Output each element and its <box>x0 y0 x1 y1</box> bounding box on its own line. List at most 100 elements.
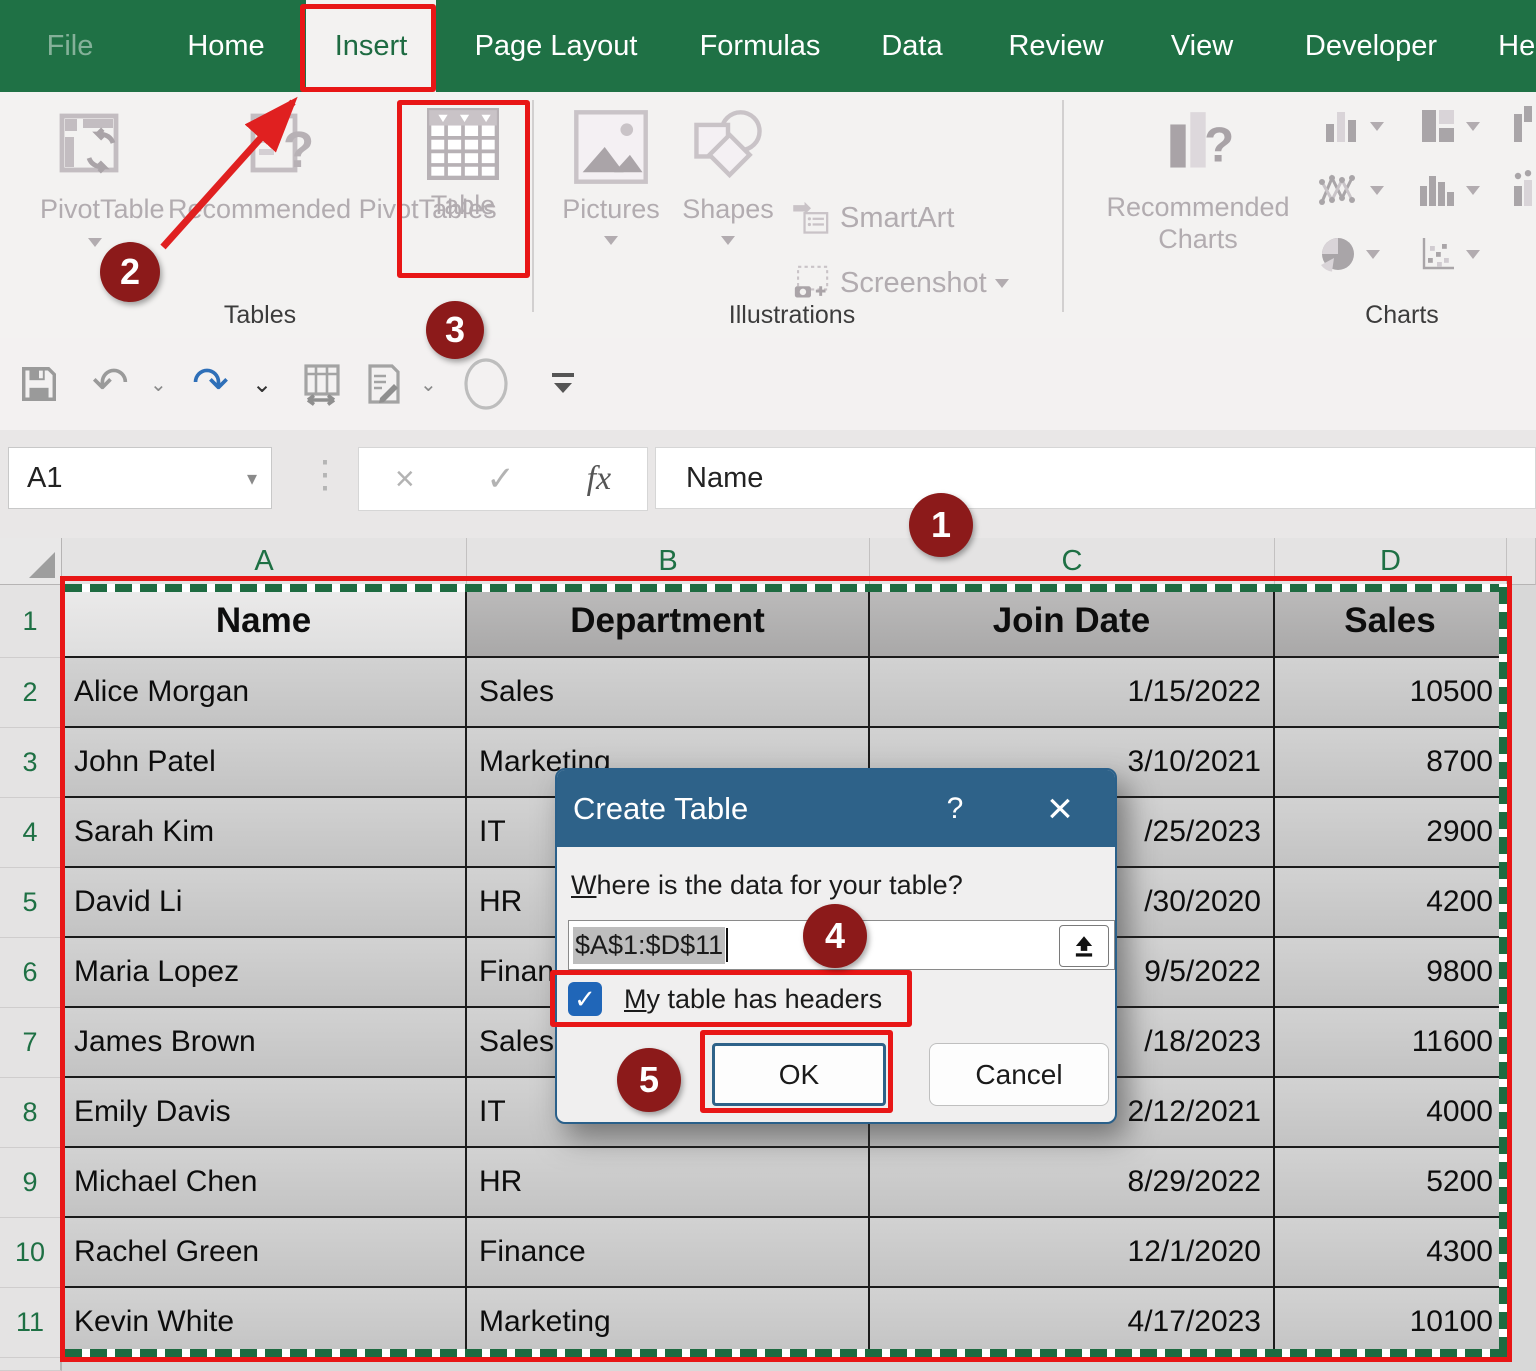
name-box-dropdown-icon[interactable]: ▾ <box>247 466 257 491</box>
redo-dropdown[interactable]: ⌄ <box>252 356 272 412</box>
row-header[interactable]: 4 <box>0 798 62 868</box>
column-header-a[interactable]: A <box>62 538 467 585</box>
my-table-has-headers-checkbox[interactable]: ✓ <box>568 982 602 1016</box>
dialog-prompt: Where is the data for your table? <box>571 870 963 901</box>
row-header[interactable]: 3 <box>0 728 62 798</box>
tab-file[interactable]: File <box>30 0 110 92</box>
row-header[interactable]: 8 <box>0 1078 62 1148</box>
scatter-chart-button[interactable] <box>1418 234 1480 274</box>
cell[interactable]: Alice Morgan <box>62 658 467 728</box>
row-header[interactable]: 10 <box>0 1218 62 1288</box>
enter-entry-icon[interactable]: ✓ <box>486 459 515 499</box>
tab-insert[interactable]: Insert <box>306 0 436 92</box>
cell-c1[interactable]: Join Date <box>870 585 1275 658</box>
collapse-dialog-button[interactable] <box>1059 925 1109 967</box>
row-header[interactable]: 1 <box>0 585 62 658</box>
cell[interactable]: HR <box>467 1148 870 1218</box>
row-header[interactable]: 7 <box>0 1008 62 1078</box>
tab-page-layout[interactable]: Page Layout <box>452 0 660 92</box>
tab-view[interactable]: View <box>1150 0 1254 92</box>
cell[interactable]: 10100 <box>1275 1288 1507 1358</box>
column-chart-button[interactable] <box>1322 106 1384 146</box>
row-header[interactable]: 2 <box>0 658 62 728</box>
cell[interactable]: Finance <box>467 1218 870 1288</box>
customize-qat-button[interactable] <box>548 356 578 412</box>
tab-help[interactable]: Help <box>1488 0 1536 92</box>
cell[interactable]: 4/17/2023 <box>870 1288 1275 1358</box>
form-button[interactable] <box>362 356 406 412</box>
row-header[interactable]: 9 <box>0 1148 62 1218</box>
cell[interactable]: 4300 <box>1275 1218 1507 1288</box>
cell[interactable]: Emily Davis <box>62 1078 467 1148</box>
dialog-help-button[interactable]: ? <box>925 770 985 847</box>
formula-bar[interactable]: Name <box>655 447 1536 509</box>
cell[interactable]: Marketing <box>467 1288 870 1358</box>
cancel-button[interactable]: Cancel <box>929 1043 1109 1106</box>
undo-button[interactable]: ↶ <box>92 356 129 412</box>
hierarchy-chart-button[interactable] <box>1418 106 1480 146</box>
clipped-chart-icon <box>1514 106 1536 146</box>
insert-function-icon[interactable]: fx <box>587 460 612 498</box>
grid-sliver <box>1507 1358 1536 1371</box>
cell[interactable]: Sarah Kim <box>62 798 467 868</box>
smartart-button[interactable]: SmartArt <box>790 200 954 236</box>
row-header[interactable]: 5 <box>0 868 62 938</box>
cell[interactable]: John Patel <box>62 728 467 798</box>
pie-chart-button[interactable] <box>1318 234 1380 274</box>
recommended-charts-button[interactable]: ? Recommended Charts <box>1088 106 1308 256</box>
table-button[interactable]: Table <box>408 104 518 221</box>
cell-b1[interactable]: Department <box>467 585 870 658</box>
tab-data[interactable]: Data <box>862 0 962 92</box>
cell[interactable]: 8/29/2022 <box>870 1148 1275 1218</box>
cancel-entry-icon[interactable]: × <box>395 460 415 499</box>
cell[interactable]: James Brown <box>62 1008 467 1078</box>
cell[interactable]: Rachel Green <box>62 1218 467 1288</box>
cell[interactable]: 8700 <box>1275 728 1507 798</box>
name-box[interactable]: A1 ▾ <box>8 447 272 509</box>
tab-developer[interactable]: Developer <box>1278 0 1464 92</box>
recommended-pivottables-button[interactable]: ? Recommended PivotTables <box>168 110 398 225</box>
row-header[interactable]: 6 <box>0 938 62 1008</box>
tab-review[interactable]: Review <box>986 0 1126 92</box>
cell[interactable]: David Li <box>62 868 467 938</box>
column-header-c[interactable]: C <box>870 538 1275 585</box>
cell[interactable]: 4000 <box>1275 1078 1507 1148</box>
form-dropdown[interactable]: ⌄ <box>420 356 437 412</box>
row-header[interactable]: 11 <box>0 1288 62 1358</box>
column-width-button[interactable] <box>300 356 344 412</box>
cell[interactable]: 2900 <box>1275 798 1507 868</box>
select-all-corner[interactable] <box>0 538 62 585</box>
shapes-button[interactable]: Shapes <box>672 106 784 249</box>
formula-bar-resize-dots-icon[interactable]: ⋮ <box>306 452 344 497</box>
pivottable-button[interactable]: PivotTable <box>40 110 150 251</box>
cell[interactable]: 5200 <box>1275 1148 1507 1218</box>
cell[interactable]: 1/15/2022 <box>870 658 1275 728</box>
cell-a1[interactable]: Name <box>62 585 467 658</box>
cell[interactable]: Sales <box>467 658 870 728</box>
cell[interactable]: Kevin White <box>62 1288 467 1358</box>
ok-button[interactable]: OK <box>712 1043 886 1106</box>
cell[interactable]: 10500 <box>1275 658 1507 728</box>
save-button[interactable] <box>18 356 60 412</box>
cell[interactable]: Maria Lopez <box>62 938 467 1008</box>
redo-button[interactable]: ↷ <box>192 356 229 412</box>
cell[interactable]: 11600 <box>1275 1008 1507 1078</box>
table-range-input[interactable]: $A$1:$D$11 <box>568 920 1115 970</box>
cell-d1[interactable]: Sales <box>1275 585 1507 658</box>
line-chart-button[interactable] <box>1318 170 1384 210</box>
tab-home[interactable]: Home <box>168 0 284 92</box>
histogram-chart-button[interactable] <box>1418 170 1480 210</box>
dialog-close-button[interactable]: × <box>1025 770 1095 847</box>
screenshot-button[interactable]: Screenshot <box>790 262 1009 304</box>
oval-shape-button[interactable] <box>462 356 510 412</box>
column-header-d[interactable]: D <box>1275 538 1507 585</box>
cell[interactable]: 4200 <box>1275 868 1507 938</box>
pictures-button[interactable]: Pictures <box>556 106 666 249</box>
cell[interactable]: Michael Chen <box>62 1148 467 1218</box>
undo-dropdown[interactable]: ⌄ <box>150 356 167 412</box>
column-header-b[interactable]: B <box>467 538 870 585</box>
headers-checkbox-label[interactable]: My table has headers <box>624 984 882 1015</box>
cell[interactable]: 9800 <box>1275 938 1507 1008</box>
tab-formulas[interactable]: Formulas <box>684 0 836 92</box>
cell[interactable]: 12/1/2020 <box>870 1218 1275 1288</box>
